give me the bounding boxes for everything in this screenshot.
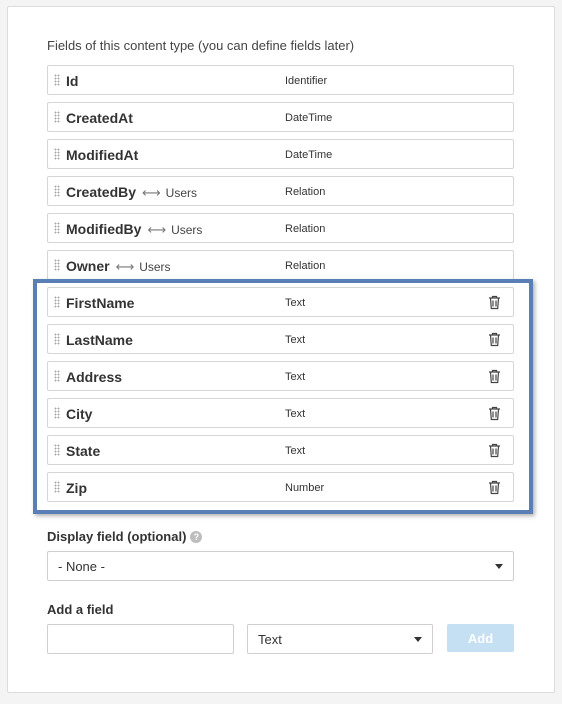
- field-row-id[interactable]: Id Identifier: [47, 65, 514, 95]
- field-name: CreatedBy: [66, 184, 137, 200]
- trash-icon[interactable]: [488, 443, 501, 458]
- relation-target-label: Users: [171, 223, 203, 237]
- drag-handle-icon[interactable]: [54, 259, 60, 271]
- field-type: Text: [285, 371, 306, 383]
- trash-icon[interactable]: [488, 295, 501, 310]
- field-name: ModifiedBy: [66, 221, 142, 237]
- field-name: City: [66, 406, 93, 422]
- field-type: DateTime: [285, 112, 333, 124]
- new-field-type-value: Text: [258, 632, 282, 647]
- field-name: Zip: [66, 480, 87, 496]
- new-field-type-select[interactable]: Text: [247, 624, 433, 654]
- drag-handle-icon[interactable]: [54, 444, 60, 456]
- relation-target-label: Users: [165, 186, 198, 200]
- field-name: Owner: [66, 258, 110, 274]
- field-name: State: [66, 443, 101, 459]
- field-name: LastName: [66, 332, 133, 348]
- field-row-city[interactable]: City Text: [47, 398, 514, 428]
- new-field-name-input[interactable]: [47, 624, 234, 654]
- drag-handle-icon[interactable]: [54, 74, 60, 86]
- field-name: Address: [66, 369, 123, 385]
- field-row-lastname[interactable]: LastName Text: [47, 324, 514, 354]
- relation-target: ⟷ Users: [142, 185, 198, 200]
- relation-arrow-icon: ⟷: [147, 222, 167, 237]
- add-field-label: Add a field: [47, 602, 114, 617]
- field-type: Text: [285, 445, 306, 457]
- field-row-createdat[interactable]: CreatedAt DateTime: [47, 102, 514, 132]
- drag-handle-icon[interactable]: [54, 481, 60, 493]
- field-name: Id: [66, 73, 79, 89]
- field-type: Text: [285, 408, 306, 420]
- relation-target: ⟷ Users: [147, 222, 203, 237]
- add-field-button[interactable]: Add: [447, 624, 514, 652]
- drag-handle-icon[interactable]: [54, 185, 60, 197]
- display-field-select[interactable]: - None -: [47, 551, 514, 581]
- field-row-address[interactable]: Address Text: [47, 361, 514, 391]
- field-type: Relation: [285, 260, 326, 272]
- field-name-with-relation: ModifiedBy ⟷ Users: [66, 221, 202, 238]
- field-name-with-relation: CreatedBy ⟷ Users: [66, 184, 197, 201]
- chevron-down-icon: [414, 637, 422, 642]
- display-field-label: Display field (optional)?: [47, 529, 203, 544]
- relation-arrow-icon: ⟷: [142, 185, 161, 200]
- chevron-down-icon: [495, 564, 503, 569]
- drag-handle-icon[interactable]: [54, 333, 60, 345]
- field-name: FirstName: [66, 295, 135, 311]
- help-icon[interactable]: ?: [190, 531, 203, 543]
- display-field-label-text: Display field (optional): [47, 529, 187, 544]
- field-type: Text: [285, 334, 306, 346]
- field-type: Number: [285, 482, 325, 494]
- trash-icon[interactable]: [488, 406, 501, 421]
- field-row-owner[interactable]: Owner ⟷ Users Relation: [47, 250, 514, 280]
- field-type: Relation: [285, 186, 326, 198]
- drag-handle-icon[interactable]: [54, 370, 60, 382]
- field-row-zip[interactable]: Zip Number: [47, 472, 514, 502]
- field-name-with-relation: Owner ⟷ Users: [66, 258, 171, 275]
- field-type: DateTime: [285, 149, 333, 161]
- trash-icon[interactable]: [488, 369, 501, 384]
- drag-handle-icon[interactable]: [54, 222, 60, 234]
- drag-handle-icon[interactable]: [54, 111, 60, 123]
- display-field-value: - None -: [58, 559, 105, 574]
- field-type: Identifier: [285, 75, 328, 87]
- trash-icon[interactable]: [488, 332, 501, 347]
- field-row-createdby[interactable]: CreatedBy ⟷ Users Relation: [47, 176, 514, 206]
- field-row-state[interactable]: State Text: [47, 435, 514, 465]
- field-type: Text: [285, 297, 306, 309]
- fields-intro-text: Fields of this content type (you can def…: [47, 38, 355, 53]
- relation-arrow-icon: ⟷: [115, 259, 135, 274]
- field-row-modifiedby[interactable]: ModifiedBy ⟷ Users Relation: [47, 213, 514, 243]
- drag-handle-icon[interactable]: [54, 148, 60, 160]
- field-row-modifiedat[interactable]: ModifiedAt DateTime: [47, 139, 514, 169]
- field-row-firstname[interactable]: FirstName Text: [47, 287, 514, 317]
- field-name: ModifiedAt: [66, 147, 139, 163]
- field-type: Relation: [285, 223, 326, 235]
- field-name: CreatedAt: [66, 110, 133, 126]
- trash-icon[interactable]: [488, 480, 501, 495]
- drag-handle-icon[interactable]: [54, 407, 60, 419]
- relation-target-label: Users: [139, 260, 171, 274]
- drag-handle-icon[interactable]: [54, 296, 60, 308]
- relation-target: ⟷ Users: [115, 259, 171, 274]
